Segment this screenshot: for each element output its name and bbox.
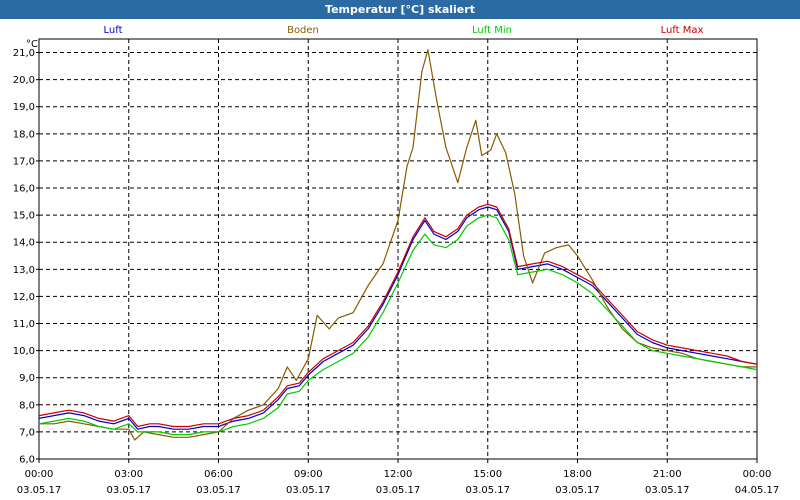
y-tick-label: 16,0 (13, 184, 35, 195)
y-tick-label: 12,0 (13, 292, 35, 303)
x-tick-time: 06:00 (204, 469, 233, 480)
x-tick-date: 03.05.17 (17, 485, 62, 496)
x-tick-time: 18:00 (563, 469, 592, 480)
x-tick-date: 03.05.17 (196, 485, 241, 496)
x-tick-date: 04.05.17 (735, 485, 780, 496)
y-axis-unit: °C (26, 39, 38, 50)
window-title: Temperatur [°C] skaliert (0, 0, 800, 19)
y-tick-label: 17,0 (13, 156, 35, 167)
y-tick-label: 13,0 (13, 265, 35, 276)
y-tick-label: 18,0 (13, 129, 35, 140)
y-tick-label: 19,0 (13, 102, 35, 113)
y-tick-label: 6,0 (19, 455, 35, 466)
x-tick-date: 03.05.17 (645, 485, 690, 496)
x-tick-time: 00:00 (25, 469, 54, 480)
x-tick-time: 03:00 (114, 469, 143, 480)
temperature-chart: 6,0 7,0 8,0 9,0 10,0 11,0 12,0 13,0 14,0 15,0 16,0… (13, 25, 780, 496)
y-tick-label: 11,0 (13, 319, 35, 330)
y-tick-label: 9,0 (19, 373, 35, 384)
legend-entry: Luft Min (472, 25, 512, 36)
y-tick-label: 15,0 (13, 211, 35, 222)
y-tick-label: 14,0 (13, 238, 35, 249)
y-tick-label: 7,0 (19, 427, 35, 438)
y-tick-label: 20,0 (13, 75, 35, 86)
y-tick-label: 8,0 (19, 400, 35, 411)
x-tick-date: 03.05.17 (106, 485, 151, 496)
x-tick-time: 09:00 (294, 469, 323, 480)
legend-entry: Boden (287, 25, 319, 36)
legend-entry: Luft (104, 25, 123, 36)
legend: Luft Boden Luft Min Luft Max (104, 25, 704, 36)
y-tick-label: 10,0 (13, 346, 35, 357)
x-tick-date: 03.05.17 (465, 485, 510, 496)
legend-entry: Luft Max (661, 25, 704, 36)
x-tick-time: 21:00 (653, 469, 682, 480)
x-tick-date: 03.05.17 (376, 485, 421, 496)
x-tick-date: 03.05.17 (555, 485, 600, 496)
x-tick-date: 03.05.17 (286, 485, 331, 496)
x-tick-time: 00:00 (743, 469, 772, 480)
x-tick-time: 12:00 (384, 469, 413, 480)
x-tick-time: 15:00 (473, 469, 502, 480)
